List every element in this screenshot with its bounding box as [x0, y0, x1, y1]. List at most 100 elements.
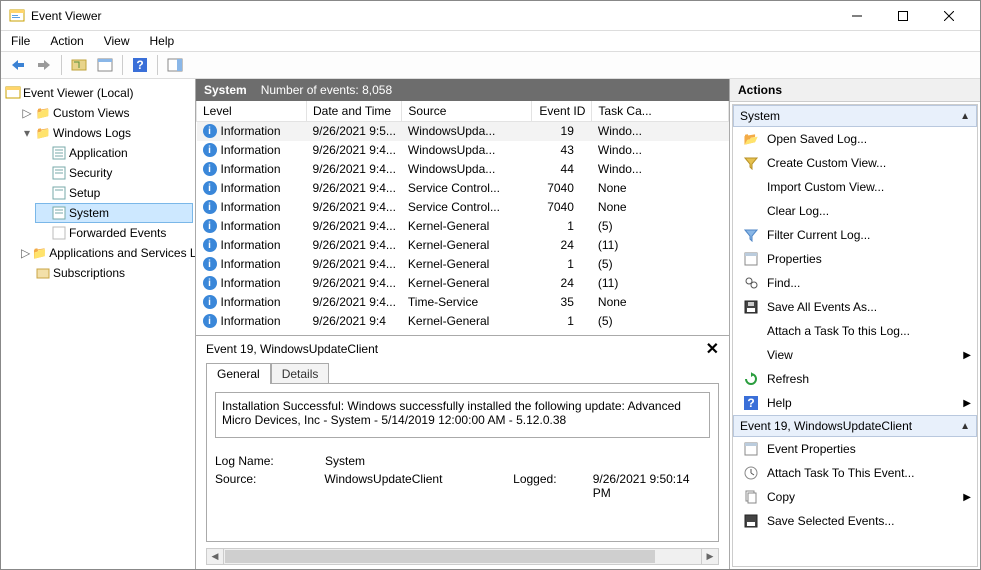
- action-copy[interactable]: Copy▶: [733, 485, 977, 509]
- maximize-button[interactable]: [880, 1, 926, 31]
- action-attach-task-event[interactable]: Attach Task To This Event...: [733, 461, 977, 485]
- table-row[interactable]: iInformation9/26/2021 9:4Kernel-General1…: [197, 312, 729, 331]
- table-row[interactable]: iInformation9/26/2021 9:4...Kernel-Gener…: [197, 217, 729, 236]
- close-button[interactable]: [926, 1, 972, 31]
- tree-system[interactable]: System: [35, 203, 193, 223]
- tree-custom-views[interactable]: ▷📁Custom Views: [19, 103, 193, 123]
- log-icon: [51, 185, 67, 201]
- col-taskcat[interactable]: Task Ca...: [592, 101, 729, 122]
- action-clear-log[interactable]: Clear Log...: [733, 199, 977, 223]
- tree-forwarded[interactable]: Forwarded Events: [35, 223, 193, 243]
- refresh-icon: [743, 371, 759, 387]
- detail-title: Event 19, WindowsUpdateClient: [206, 342, 378, 356]
- cell-source: Kernel-General: [402, 312, 532, 331]
- action-label: Attach a Task To this Log...: [767, 324, 910, 338]
- table-row[interactable]: iInformation9/26/2021 9:5...WindowsUpda.…: [197, 122, 729, 141]
- action-open-saved-log[interactable]: 📂Open Saved Log...: [733, 127, 977, 151]
- collapse-icon[interactable]: ▲: [960, 111, 970, 122]
- action-label: View: [767, 348, 793, 362]
- action-refresh[interactable]: Refresh: [733, 367, 977, 391]
- eventviewer-icon: [5, 85, 21, 101]
- col-level[interactable]: Level: [197, 101, 307, 122]
- navigation-tree[interactable]: Event Viewer (Local) ▷📁Custom Views ▾📁Wi…: [1, 79, 196, 569]
- expand-icon[interactable]: ▷: [21, 244, 30, 262]
- action-attach-task[interactable]: Attach a Task To this Log...: [733, 319, 977, 343]
- menu-action[interactable]: Action: [46, 32, 87, 50]
- scroll-right-icon[interactable]: ▶: [701, 549, 718, 564]
- action-import-custom-view[interactable]: Import Custom View...: [733, 175, 977, 199]
- tree-setup[interactable]: Setup: [35, 183, 193, 203]
- table-row[interactable]: iInformation9/26/2021 9:4...Time-Service…: [197, 293, 729, 312]
- tab-general[interactable]: General: [206, 363, 271, 384]
- tree-windows-logs[interactable]: ▾📁Windows Logs: [19, 123, 193, 143]
- table-row[interactable]: iInformation9/26/2021 9:4...Kernel-Gener…: [197, 236, 729, 255]
- cell-eventid: 1: [532, 217, 592, 236]
- events-table-wrap[interactable]: Level Date and Time Source Event ID Task…: [196, 101, 729, 336]
- cell-source: Kernel-General: [402, 274, 532, 293]
- menu-file[interactable]: File: [7, 32, 34, 50]
- action-help[interactable]: ?Help▶: [733, 391, 977, 415]
- show-tree-button[interactable]: [68, 54, 90, 76]
- tree-root[interactable]: Event Viewer (Local): [3, 83, 193, 103]
- action-event-properties[interactable]: Event Properties: [733, 437, 977, 461]
- tree-subscriptions[interactable]: Subscriptions: [19, 263, 193, 283]
- info-icon: i: [203, 257, 217, 271]
- scroll-thumb[interactable]: [225, 550, 655, 563]
- back-button[interactable]: [7, 54, 29, 76]
- actions-group-event[interactable]: Event 19, WindowsUpdateClient▲: [733, 415, 977, 437]
- scroll-left-icon[interactable]: ◀: [207, 549, 224, 564]
- cell-level: Information: [221, 143, 281, 157]
- action-label: Help: [767, 396, 792, 410]
- menu-bar: File Action View Help: [1, 31, 980, 51]
- properties-toolbar-button[interactable]: [94, 54, 116, 76]
- cell-eventid: 24: [532, 236, 592, 255]
- action-properties[interactable]: Properties: [733, 247, 977, 271]
- tree-apps-services[interactable]: ▷📁Applications and Services Lo: [19, 243, 193, 263]
- expand-icon[interactable]: ▷: [21, 104, 33, 122]
- menu-help[interactable]: Help: [146, 32, 179, 50]
- table-row[interactable]: iInformation9/26/2021 9:4...WindowsUpda.…: [197, 141, 729, 160]
- group-label: System: [740, 109, 780, 123]
- tree-label: Application: [69, 144, 128, 162]
- submenu-icon: ▶: [963, 492, 971, 503]
- action-save-all[interactable]: Save All Events As...: [733, 295, 977, 319]
- collapse-icon[interactable]: ▲: [960, 421, 970, 432]
- info-icon: i: [203, 219, 217, 233]
- action-label: Properties: [767, 252, 822, 266]
- close-detail-icon[interactable]: ✕: [706, 339, 719, 359]
- collapse-icon[interactable]: ▾: [21, 124, 33, 142]
- col-eventid[interactable]: Event ID: [532, 101, 592, 122]
- minimize-button[interactable]: [834, 1, 880, 31]
- cell-source: WindowsUpda...: [402, 141, 532, 160]
- action-create-custom-view[interactable]: Create Custom View...: [733, 151, 977, 175]
- table-row[interactable]: iInformation9/26/2021 9:4...Kernel-Gener…: [197, 255, 729, 274]
- help-toolbar-button[interactable]: ?: [129, 54, 151, 76]
- properties-icon: [743, 251, 759, 267]
- menu-view[interactable]: View: [100, 32, 134, 50]
- tab-details[interactable]: Details: [271, 363, 330, 384]
- table-row[interactable]: iInformation9/26/2021 9:4...Service Cont…: [197, 198, 729, 217]
- cell-datetime: 9/26/2021 9:4...: [307, 198, 402, 217]
- actions-group-system[interactable]: System ▲: [733, 105, 977, 127]
- table-row[interactable]: iInformation9/26/2021 9:4...Service Cont…: [197, 179, 729, 198]
- cell-datetime: 9/26/2021 9:4...: [307, 236, 402, 255]
- action-find[interactable]: Find...: [733, 271, 977, 295]
- tree-security[interactable]: Security: [35, 163, 193, 183]
- action-save-selected[interactable]: Save Selected Events...: [733, 509, 977, 533]
- action-filter-log[interactable]: Filter Current Log...: [733, 223, 977, 247]
- col-source[interactable]: Source: [402, 101, 532, 122]
- log-icon: [51, 205, 67, 221]
- cell-datetime: 9/26/2021 9:4...: [307, 160, 402, 179]
- col-datetime[interactable]: Date and Time: [307, 101, 402, 122]
- panel-toggle-button[interactable]: [164, 54, 186, 76]
- forward-button[interactable]: [33, 54, 55, 76]
- action-view[interactable]: View▶: [733, 343, 977, 367]
- table-row[interactable]: iInformation9/26/2021 9:4...Kernel-Gener…: [197, 274, 729, 293]
- horizontal-scrollbar[interactable]: ◀ ▶: [206, 548, 719, 565]
- detail-body: Installation Successful: Windows success…: [206, 383, 719, 542]
- table-row[interactable]: iInformation9/26/2021 9:4...WindowsUpda.…: [197, 160, 729, 179]
- tree-label: Setup: [69, 184, 100, 202]
- tree-application[interactable]: Application: [35, 143, 193, 163]
- toolbar-separator: [157, 55, 158, 75]
- cell-level: Information: [221, 257, 281, 271]
